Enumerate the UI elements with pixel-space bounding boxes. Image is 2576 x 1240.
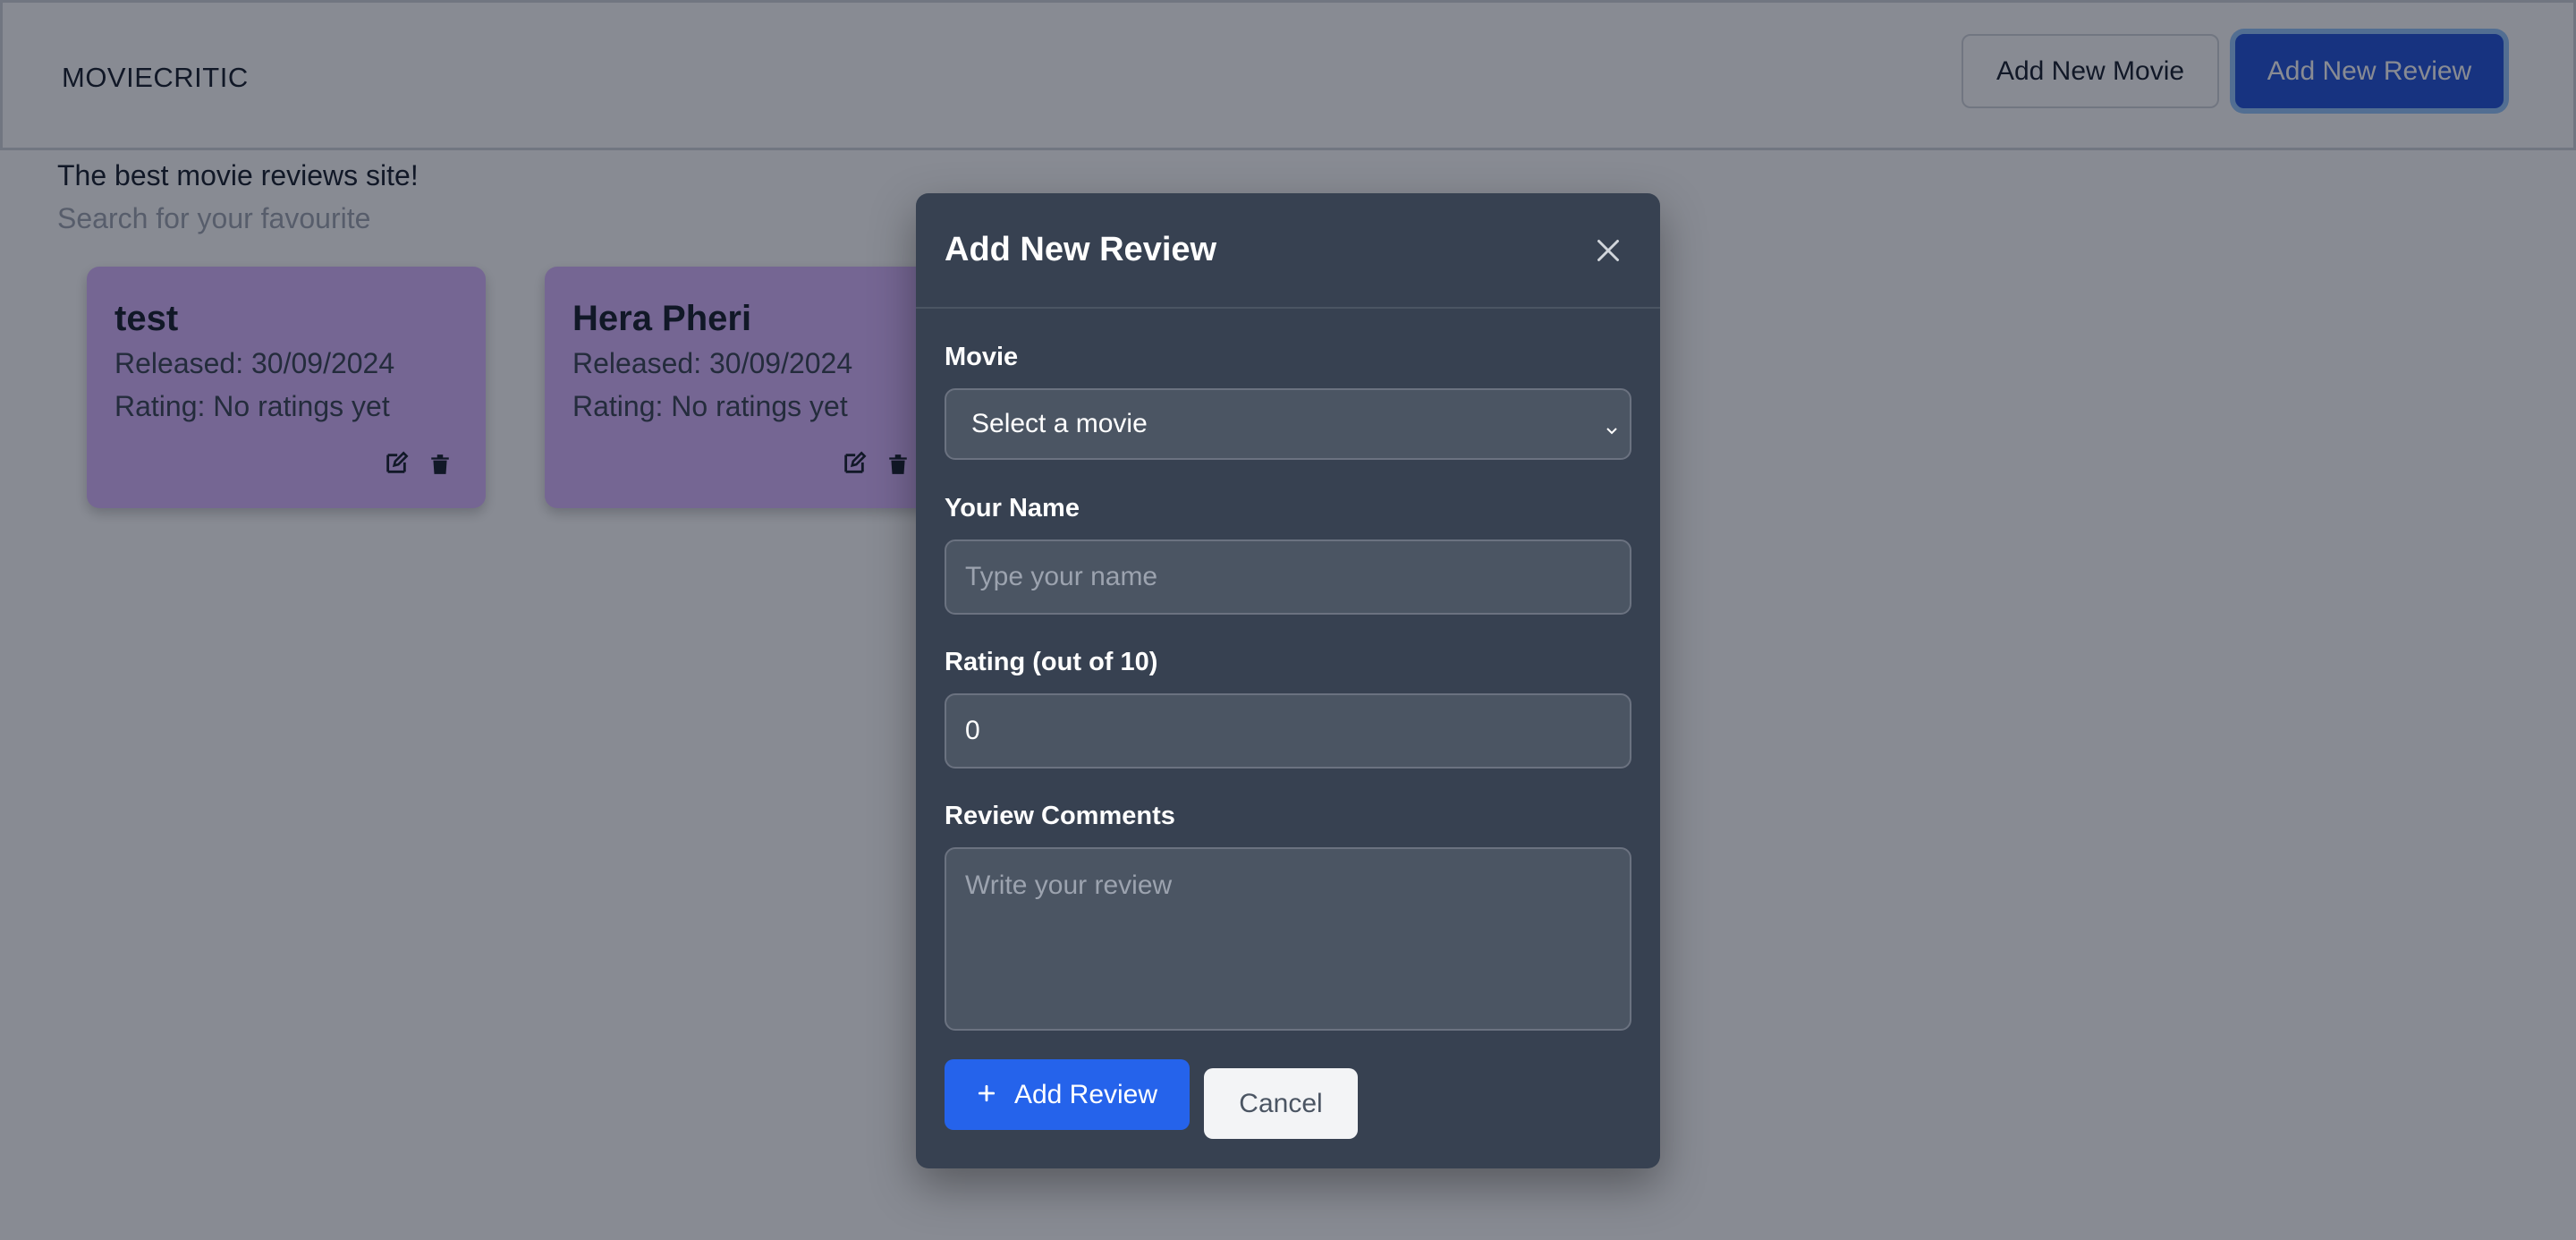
name-input[interactable] (945, 539, 1631, 615)
comments-label: Review Comments (945, 802, 1175, 830)
rating-label: Rating (out of 10) (945, 648, 1158, 676)
movie-select[interactable]: Select a movie (945, 388, 1631, 460)
name-label: Your Name (945, 494, 1080, 522)
movie-select-value: Select a movie (971, 409, 1148, 438)
chevron-down-icon (1603, 417, 1621, 435)
modal-header: Add New Review (916, 193, 1660, 309)
add-review-modal: Add New Review Movie Select a movie Your… (916, 193, 1660, 1168)
rating-input[interactable] (945, 693, 1631, 769)
comments-textarea[interactable] (945, 847, 1631, 1031)
add-review-button[interactable]: Add Review (945, 1059, 1190, 1130)
cancel-button[interactable]: Cancel (1204, 1068, 1358, 1139)
movie-label: Movie (945, 343, 1019, 371)
modal-title: Add New Review (945, 231, 1217, 268)
plus-icon (977, 1080, 996, 1110)
add-review-label: Add Review (1013, 1079, 1158, 1109)
close-icon[interactable] (1592, 234, 1624, 267)
